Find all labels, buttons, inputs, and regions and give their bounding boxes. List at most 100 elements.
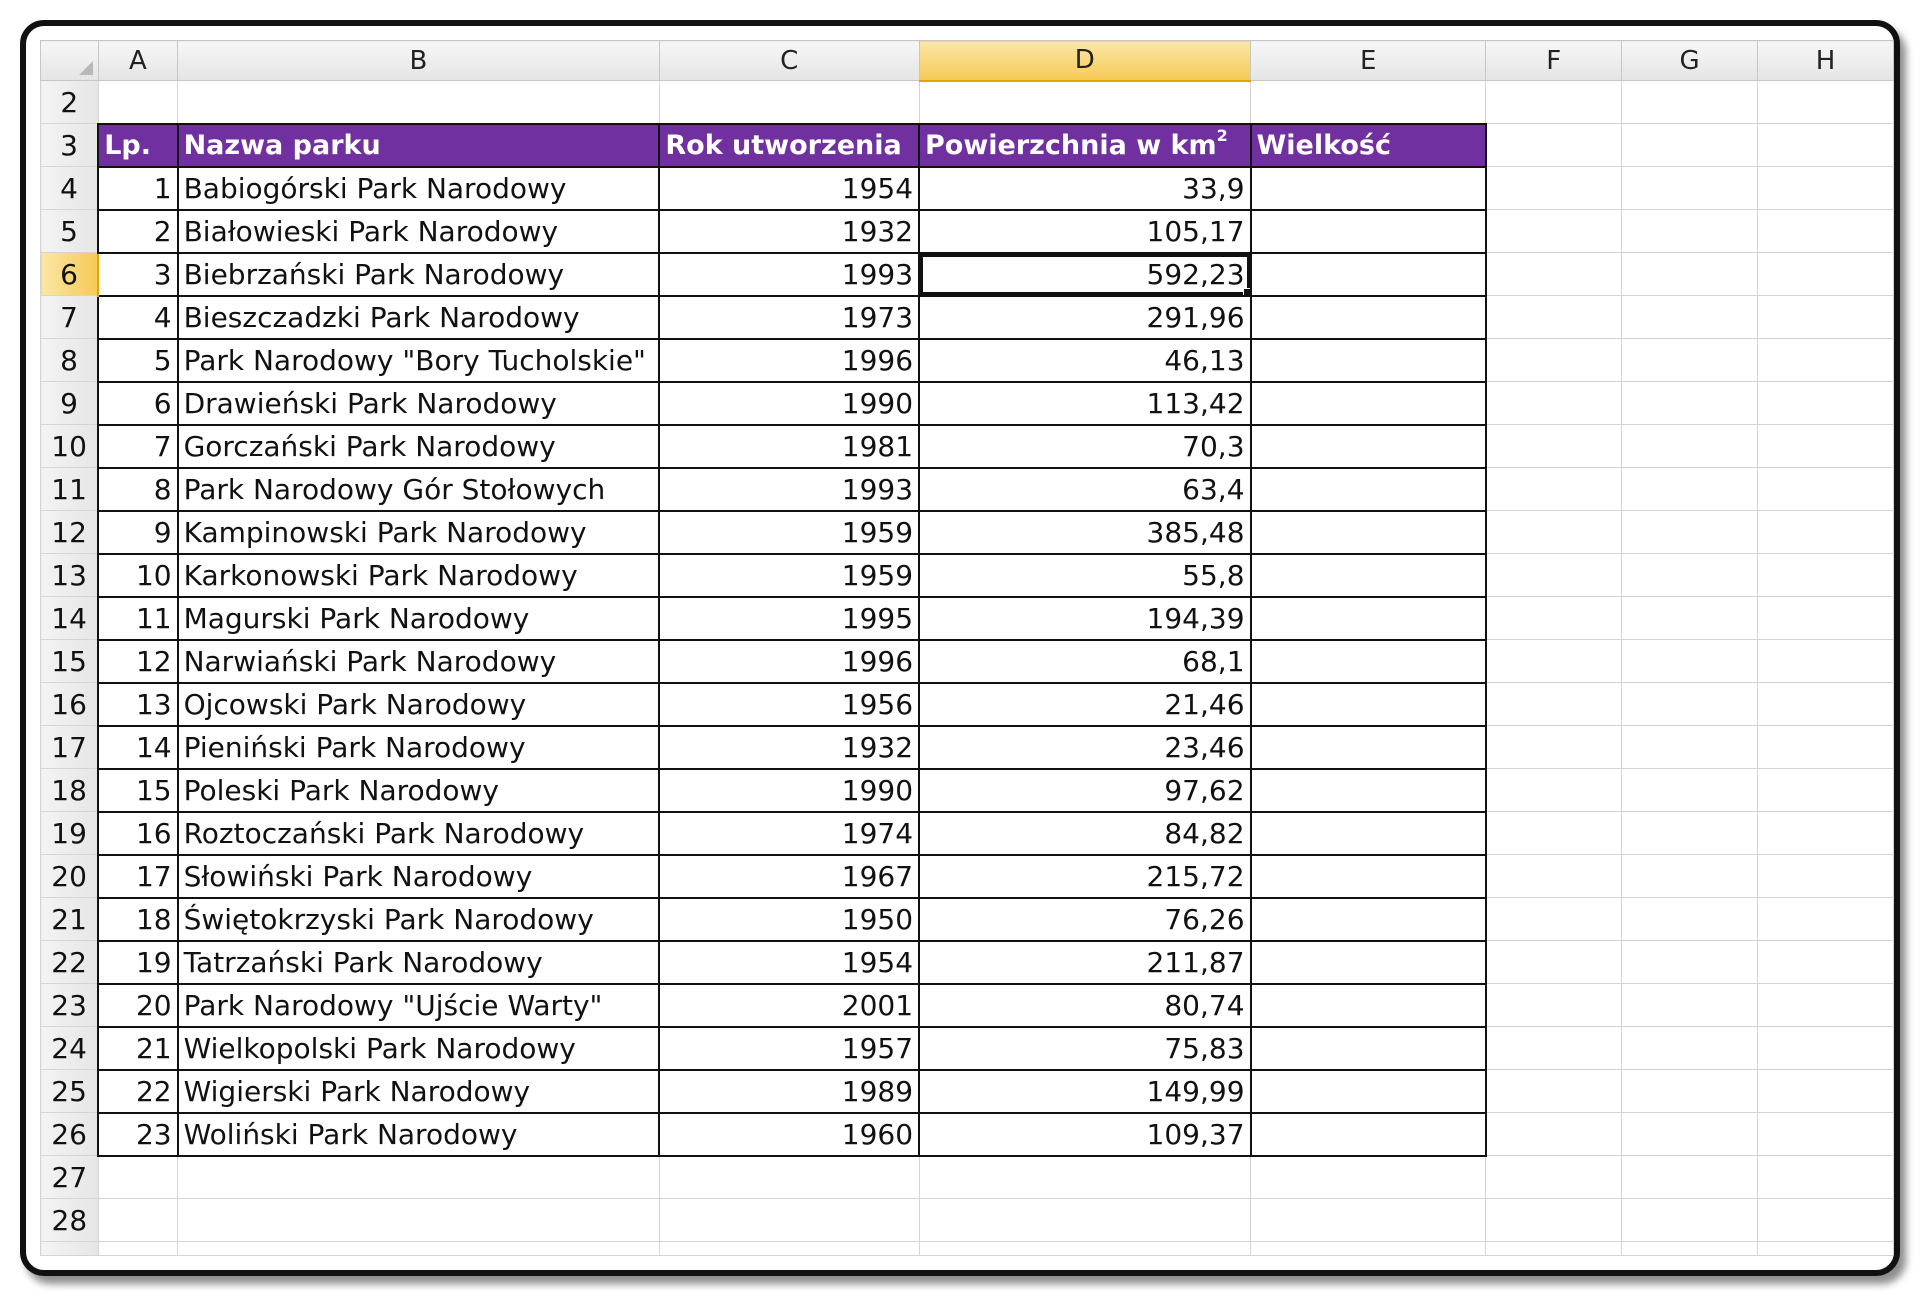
cell[interactable] — [97, 1241, 179, 1256]
cell-park-name[interactable]: Woliński Park Narodowy — [176, 1111, 661, 1157]
cell[interactable] — [1250, 1198, 1487, 1242]
cell-year[interactable]: 1959 — [658, 509, 921, 555]
cell-lp[interactable]: 23 — [97, 1111, 179, 1157]
cell[interactable] — [1485, 1241, 1623, 1256]
cell-area[interactable]: 109,37 — [918, 1111, 1252, 1157]
cell[interactable] — [1485, 467, 1623, 511]
cell-area[interactable]: 75,83 — [918, 1025, 1252, 1071]
cell-lp[interactable]: 5 — [97, 337, 179, 383]
cell[interactable] — [177, 1241, 660, 1256]
cell[interactable] — [1485, 209, 1623, 253]
cell[interactable] — [1757, 510, 1894, 554]
cell-lp[interactable]: 1 — [97, 165, 179, 211]
cell-lp[interactable]: 2 — [97, 208, 179, 254]
cell[interactable] — [1621, 1069, 1759, 1113]
cell-lp[interactable]: 7 — [97, 423, 179, 469]
cell-park-name[interactable]: Wielkopolski Park Narodowy — [176, 1025, 661, 1071]
row-header[interactable]: 9 — [40, 381, 99, 425]
cell[interactable] — [1621, 166, 1759, 210]
cell[interactable] — [918, 1241, 1252, 1256]
cell-year[interactable]: 1996 — [658, 337, 921, 383]
cell-year[interactable]: 1960 — [658, 1111, 921, 1157]
cell[interactable] — [1485, 1026, 1623, 1070]
column-header-h[interactable]: H — [1757, 40, 1894, 81]
cell[interactable] — [1621, 1026, 1759, 1070]
cell-park-name[interactable]: Magurski Park Narodowy — [176, 595, 661, 641]
cell[interactable] — [1485, 80, 1623, 124]
cell[interactable] — [1757, 725, 1894, 769]
cell-year[interactable]: 1954 — [658, 939, 921, 985]
cell[interactable] — [1485, 854, 1623, 898]
cell-park-name[interactable]: Biebrzański Park Narodowy — [176, 251, 661, 297]
cell-area[interactable]: 21,46 — [918, 681, 1252, 727]
cell[interactable] — [1250, 80, 1487, 124]
cell-size[interactable] — [1249, 638, 1487, 684]
cell-park-name[interactable]: Pieniński Park Narodowy — [176, 724, 661, 770]
cell-park-name[interactable]: Poleski Park Narodowy — [176, 767, 661, 813]
cell-park-name[interactable]: Kampinowski Park Narodowy — [176, 509, 661, 555]
cell[interactable] — [1757, 1198, 1894, 1242]
cell[interactable] — [1485, 682, 1623, 726]
cell-year[interactable]: 1996 — [658, 638, 921, 684]
cell[interactable] — [1621, 424, 1759, 468]
cell-size[interactable] — [1249, 1068, 1487, 1114]
cell-year[interactable]: 1990 — [658, 767, 921, 813]
cell[interactable] — [1757, 1069, 1894, 1113]
cell[interactable] — [1485, 1112, 1623, 1156]
cell-size[interactable] — [1249, 165, 1487, 211]
cell[interactable] — [1757, 811, 1894, 855]
cell-size[interactable] — [1249, 939, 1487, 985]
cell-size[interactable] — [1249, 681, 1487, 727]
cell[interactable] — [1757, 252, 1894, 296]
cell[interactable] — [1485, 338, 1623, 382]
cell-lp[interactable]: 9 — [97, 509, 179, 555]
cell-area[interactable]: 113,42 — [918, 380, 1252, 426]
cell[interactable] — [1485, 983, 1623, 1027]
cell[interactable] — [177, 1198, 660, 1242]
header-cell-area[interactable]: Powierzchnia w km2 — [918, 122, 1252, 168]
column-header-c[interactable]: C — [658, 40, 920, 81]
row-header[interactable]: 5 — [40, 209, 99, 253]
cell[interactable] — [1485, 940, 1623, 984]
cell-year[interactable]: 1993 — [658, 466, 921, 512]
cell[interactable] — [1485, 639, 1623, 683]
cell[interactable] — [1621, 252, 1759, 296]
cell-year[interactable]: 1989 — [658, 1068, 921, 1114]
cell-year[interactable]: 1932 — [658, 724, 921, 770]
cell-area[interactable]: 97,62 — [918, 767, 1252, 813]
select-all-corner[interactable] — [40, 40, 99, 81]
cell[interactable] — [1757, 166, 1894, 210]
row-header[interactable]: 15 — [40, 639, 99, 683]
cell-size[interactable] — [1249, 509, 1487, 555]
cell[interactable] — [1757, 209, 1894, 253]
cell-size[interactable] — [1249, 380, 1487, 426]
column-header-f[interactable]: F — [1485, 40, 1623, 81]
cell-park-name[interactable]: Narwiański Park Narodowy — [176, 638, 661, 684]
row-header[interactable]: 6 — [40, 252, 100, 296]
cell-year[interactable]: 1967 — [658, 853, 921, 899]
cell-size[interactable] — [1249, 1025, 1487, 1071]
row-header[interactable]: 10 — [40, 424, 99, 468]
cell[interactable] — [1757, 295, 1894, 339]
cell-size[interactable] — [1249, 1111, 1487, 1157]
cell-lp[interactable]: 15 — [97, 767, 179, 813]
header-cell-year[interactable]: Rok utworzenia — [658, 122, 921, 168]
cell[interactable] — [658, 80, 920, 124]
cell[interactable] — [918, 1155, 1252, 1199]
row-header[interactable]: 20 — [40, 854, 99, 898]
cell[interactable] — [1485, 166, 1623, 210]
cell-park-name[interactable]: Park Narodowy "Bory Tucholskie" — [176, 337, 661, 383]
cell[interactable] — [1757, 1155, 1894, 1199]
cell[interactable] — [1757, 1026, 1894, 1070]
cell-area[interactable]: 105,17 — [918, 208, 1252, 254]
cell-area[interactable]: 291,96 — [918, 294, 1252, 340]
cell[interactable] — [1621, 553, 1759, 597]
row-header[interactable]: 14 — [40, 596, 99, 640]
row-header[interactable]: 8 — [40, 338, 99, 382]
cell[interactable] — [97, 1198, 179, 1242]
cell-area[interactable]: 76,26 — [918, 896, 1252, 942]
cell[interactable] — [1621, 1112, 1759, 1156]
cell[interactable] — [1621, 1155, 1759, 1199]
cell-year[interactable]: 1973 — [658, 294, 921, 340]
cell-lp[interactable]: 18 — [97, 896, 179, 942]
